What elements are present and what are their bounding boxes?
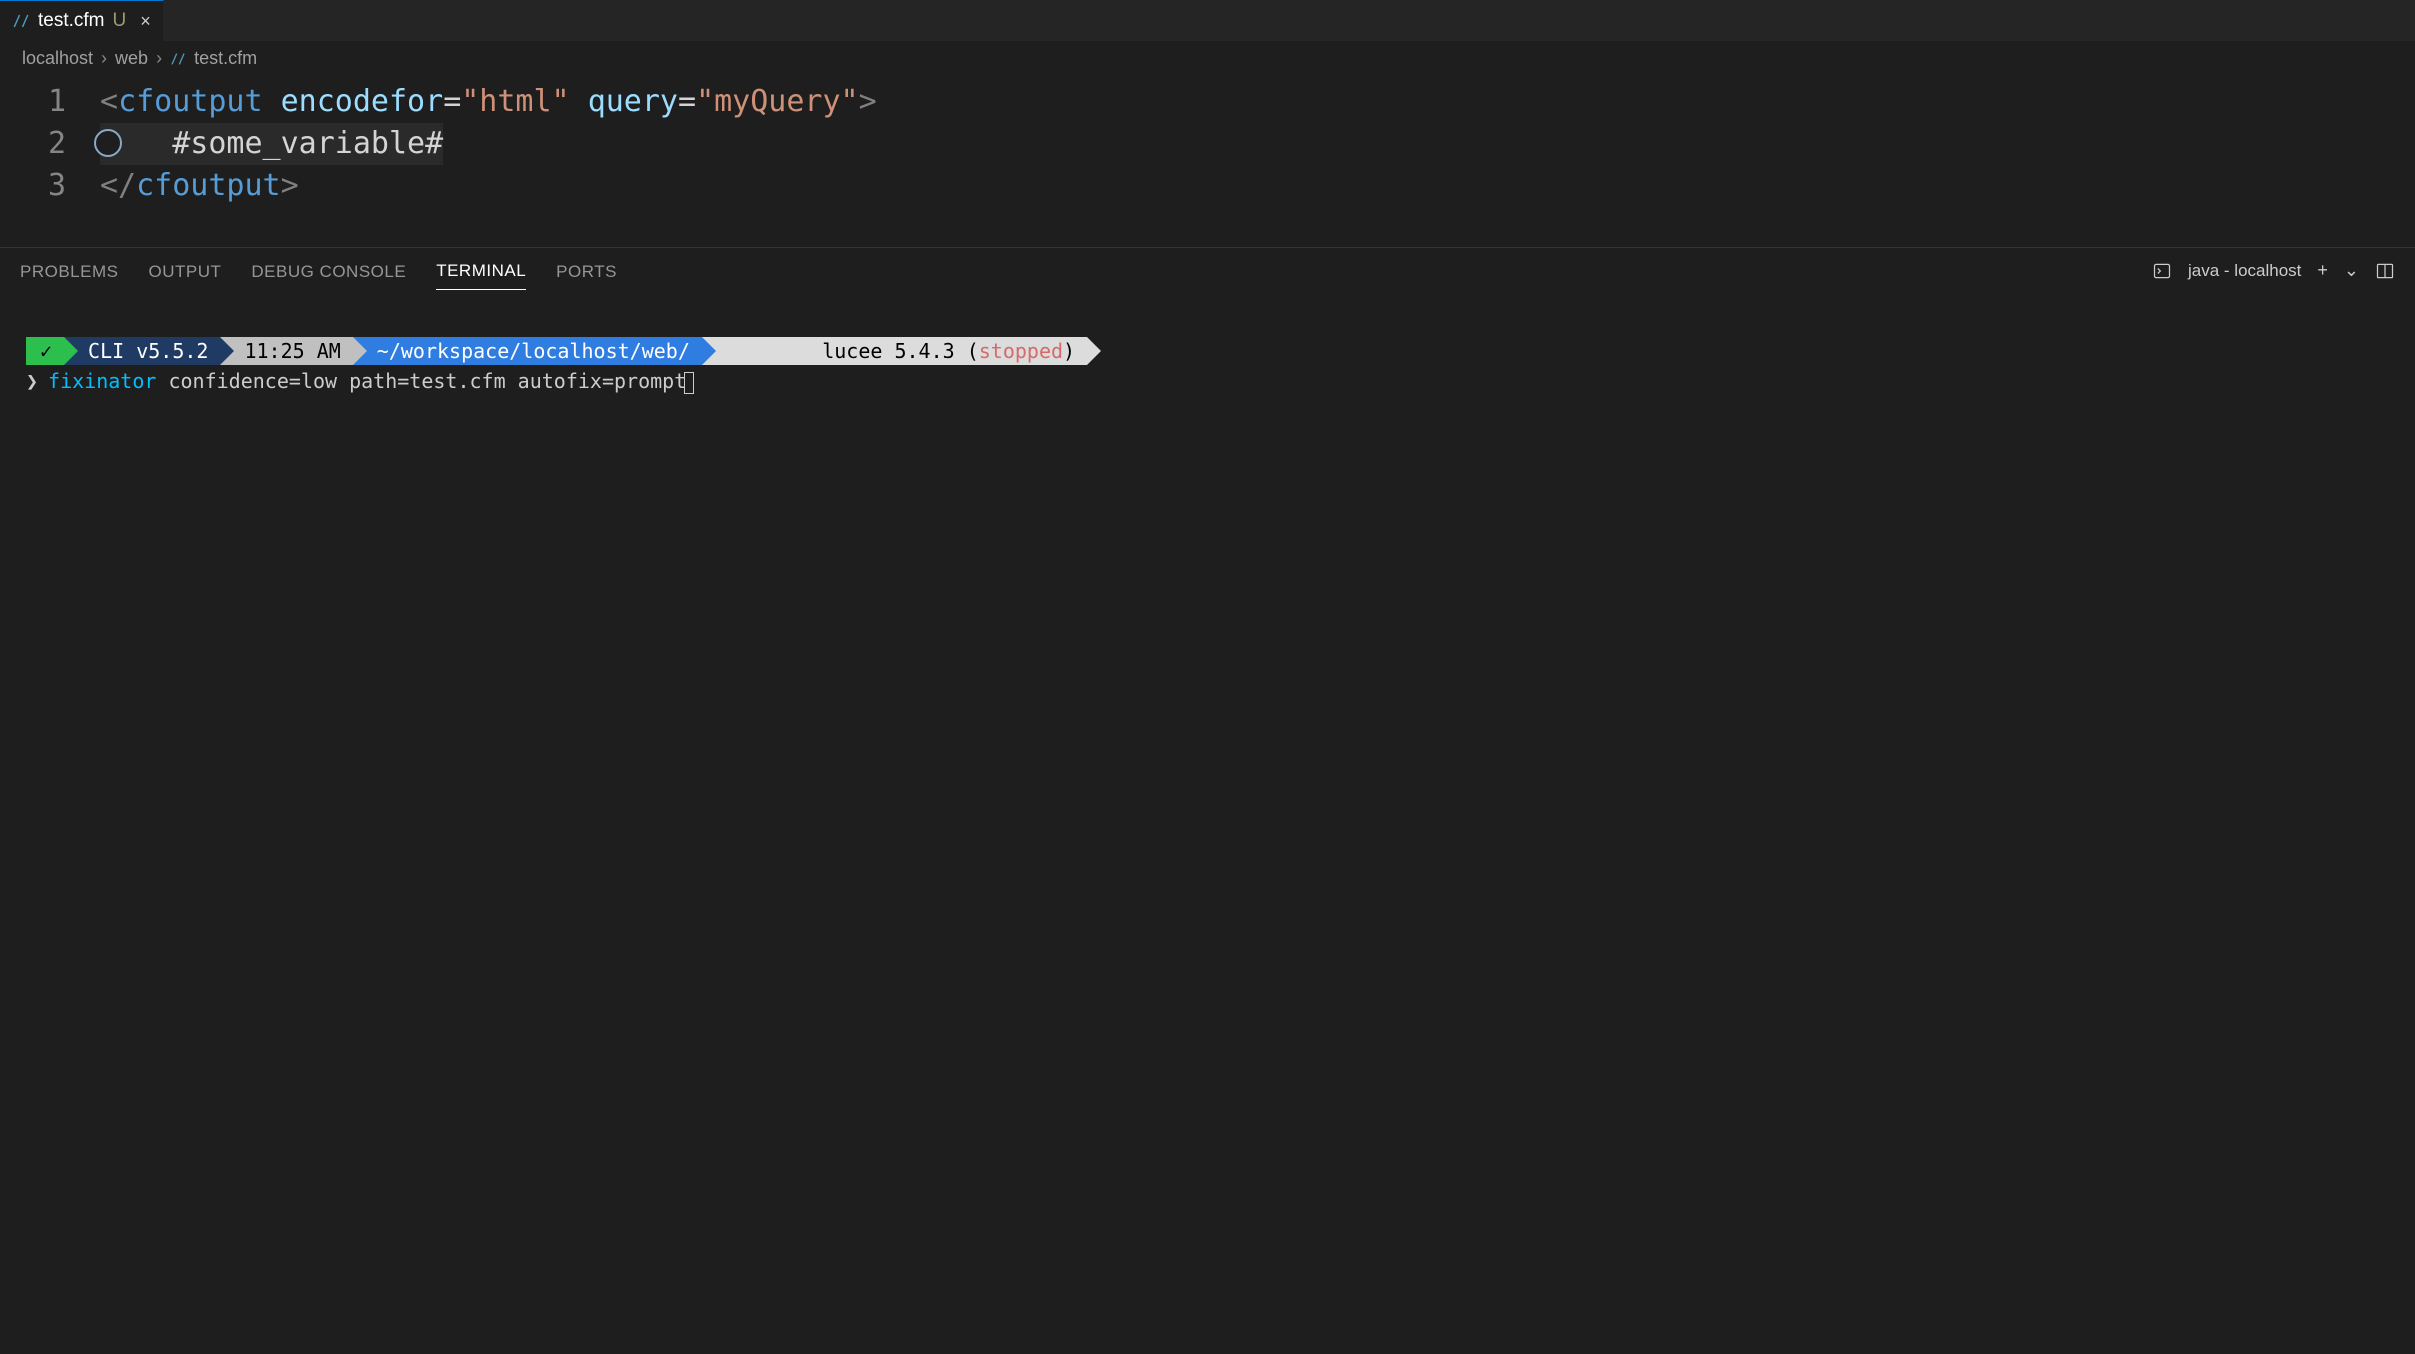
breadcrumb-seg[interactable]: localhost xyxy=(22,48,93,69)
code-token: "html" xyxy=(461,84,569,119)
lightbulb-icon[interactable] xyxy=(94,129,122,157)
breadcrumb-seg[interactable]: web xyxy=(115,48,148,69)
code-token: "myQuery" xyxy=(696,84,859,119)
code-token: < xyxy=(100,84,118,119)
terminal-input-line[interactable]: ❯ fixinator confidence=low path=test.cfm… xyxy=(26,367,2389,395)
panel-tab-ports[interactable]: PORTS xyxy=(556,252,617,290)
powerline-prompt: ✓ CLI v5.5.2 11:25 AM ~/workspace/localh… xyxy=(26,337,2389,365)
code-content[interactable]: #some_variable# xyxy=(100,123,443,165)
chevron-right-icon: › xyxy=(156,48,162,69)
panel-actions: java - localhost + ⌄ xyxy=(2152,260,2395,281)
code-content[interactable]: <cfoutput encodefor="html" query="myQuer… xyxy=(100,81,877,123)
engine-name: lucee 5.4.3 ( xyxy=(822,339,979,363)
tab-modified-badge: U xyxy=(113,10,127,32)
close-tab-button[interactable]: × xyxy=(140,11,151,32)
tab-bar: test.cfm U × xyxy=(0,0,2415,42)
new-terminal-button[interactable]: + xyxy=(2317,260,2328,281)
panel-tab-problems[interactable]: PROBLEMS xyxy=(20,252,118,290)
panel-tabs: PROBLEMS OUTPUT DEBUG CONSOLE TERMINAL PORTS xyxy=(20,251,617,290)
code-token xyxy=(570,84,588,119)
panel-header: PROBLEMS OUTPUT DEBUG CONSOLE TERMINAL PORTS… xyxy=(0,247,2415,293)
terminal-command: fixinator xyxy=(48,369,156,393)
powerline-status: ✓ xyxy=(26,337,64,365)
code-token: </ xyxy=(100,168,136,203)
code-content[interactable]: </cfoutput> xyxy=(100,165,299,207)
panel-tab-debug-console[interactable]: DEBUG CONSOLE xyxy=(251,252,406,290)
code-token: = xyxy=(678,84,696,119)
cfml-file-icon xyxy=(170,51,186,67)
breadcrumb: localhost › web › test.cfm xyxy=(0,42,2415,75)
code-token: = xyxy=(443,84,461,119)
panel-tab-terminal[interactable]: TERMINAL xyxy=(436,251,526,290)
engine-state: stopped xyxy=(979,339,1063,363)
terminal-args: confidence=low path=test.cfm autofix=pro… xyxy=(168,369,686,393)
editor-line[interactable]: 3</cfoutput> xyxy=(0,165,2415,207)
tab-filename: test.cfm xyxy=(38,10,105,32)
terminal-dropdown-button[interactable]: ⌄ xyxy=(2344,260,2359,281)
code-token: #some_variable# xyxy=(100,126,443,161)
engine-suffix: ) xyxy=(1063,339,1075,363)
line-number: 3 xyxy=(0,165,100,207)
powerline-time: 11:25 AM xyxy=(220,337,352,365)
panel-tab-output[interactable]: OUTPUT xyxy=(148,252,221,290)
code-token: > xyxy=(859,84,877,119)
line-number: 1 xyxy=(0,81,100,123)
powerline-path: ~/workspace/localhost/web/ xyxy=(353,337,702,365)
terminal-cursor xyxy=(684,372,694,394)
powerline-engine: lucee 5.4.3 (stopped) xyxy=(702,337,1087,365)
code-token xyxy=(263,84,281,119)
code-token: cfoutput xyxy=(118,84,263,119)
code-editor[interactable]: 1<cfoutput encodefor="html" query="myQue… xyxy=(0,75,2415,247)
chevron-right-icon: › xyxy=(101,48,107,69)
cfml-file-icon xyxy=(12,12,30,30)
terminal[interactable]: ✓ CLI v5.5.2 11:25 AM ~/workspace/localh… xyxy=(0,293,2415,1354)
code-token: query xyxy=(588,84,678,119)
breadcrumb-seg[interactable]: test.cfm xyxy=(194,48,257,69)
editor-line[interactable]: 1<cfoutput encodefor="html" query="myQue… xyxy=(0,81,2415,123)
powerline-cli-version: CLI v5.5.2 xyxy=(64,337,220,365)
editor-tab[interactable]: test.cfm U × xyxy=(0,0,164,41)
code-token: cfoutput xyxy=(136,168,281,203)
terminal-shell-label[interactable]: java - localhost xyxy=(2188,261,2301,281)
terminal-shell-icon xyxy=(2152,261,2172,281)
editor-line[interactable]: 2 #some_variable# xyxy=(0,123,2415,165)
terminal-prompt-symbol: ❯ xyxy=(26,367,38,395)
code-token: encodefor xyxy=(281,84,444,119)
split-terminal-button[interactable] xyxy=(2375,261,2395,281)
code-token: > xyxy=(281,168,299,203)
line-number: 2 xyxy=(0,123,100,165)
